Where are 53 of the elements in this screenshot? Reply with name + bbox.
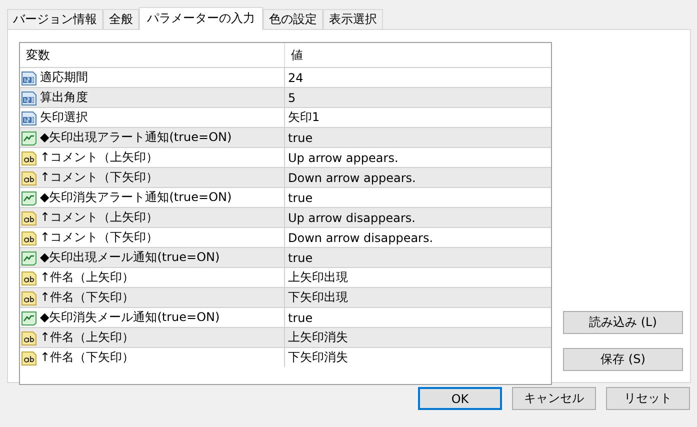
- tab[interactable]: 色の設定: [263, 9, 323, 29]
- parameter-value[interactable]: 矢印1: [288, 109, 320, 126]
- parameter-value[interactable]: true: [288, 310, 313, 324]
- text-icon: [21, 230, 37, 246]
- text-icon: [21, 330, 37, 346]
- button[interactable]: キャンセル: [512, 387, 596, 410]
- parameter-value[interactable]: 下矢印消失: [288, 349, 348, 366]
- button[interactable]: 保存 (S): [563, 348, 683, 371]
- parameter-name: ↑コメント（上矢印）: [40, 149, 158, 166]
- parameter-value[interactable]: true: [288, 190, 313, 204]
- parameter-value[interactable]: Down arrow disappears.: [288, 230, 434, 244]
- parameter-value[interactable]: true: [288, 250, 313, 264]
- parameter-value[interactable]: 5: [288, 90, 296, 104]
- tab[interactable]: 全般: [103, 9, 139, 29]
- parameter-name: ↑コメント（下矢印）: [40, 169, 158, 186]
- parameter-value[interactable]: 上矢印出現: [288, 269, 348, 286]
- parameter-name: ↑コメント（上矢印）: [40, 209, 158, 226]
- chart-icon: [21, 130, 37, 146]
- parameter-value[interactable]: 上矢印消失: [288, 329, 348, 346]
- parameter-name: ↑件名（上矢印）: [40, 329, 134, 346]
- parameter-name: ◆矢印出現メール通知(true=ON): [40, 249, 220, 266]
- parameter-value[interactable]: Up arrow appears.: [288, 150, 398, 164]
- parameter-name: ◆矢印消失アラート通知(true=ON): [40, 189, 232, 206]
- parameter-name: ◆矢印消失メール通知(true=ON): [40, 309, 220, 326]
- parameter-name: 矢印選択: [40, 109, 88, 126]
- text-icon: [21, 350, 37, 366]
- tab[interactable]: パラメーターの入力: [139, 7, 263, 30]
- text-icon: [21, 170, 37, 186]
- parameter-value[interactable]: 下矢印出現: [288, 289, 348, 306]
- parameter-name: ↑コメント（下矢印）: [40, 229, 158, 246]
- text-icon: [21, 290, 37, 306]
- parameter-value[interactable]: 24: [288, 70, 304, 84]
- button[interactable]: OK: [418, 387, 502, 410]
- parameter-name: 算出角度: [40, 89, 88, 106]
- button[interactable]: リセット: [606, 387, 690, 410]
- column-header[interactable]: 値: [285, 43, 303, 67]
- parameter-name: ↑件名（下矢印）: [40, 289, 134, 306]
- tab[interactable]: 表示選択: [323, 9, 383, 29]
- button[interactable]: 読み込み (L): [563, 311, 683, 334]
- text-icon: [21, 270, 37, 286]
- parameter-name: ◆矢印出現アラート通知(true=ON): [40, 129, 232, 146]
- parameter-value[interactable]: true: [288, 130, 313, 144]
- chart-icon: [21, 250, 37, 266]
- text-icon: [21, 150, 37, 166]
- chart-icon: [21, 190, 37, 206]
- parameter-name: ↑件名（上矢印）: [40, 269, 134, 286]
- chart-icon: [21, 310, 37, 326]
- parameter-value[interactable]: Down arrow appears.: [288, 170, 416, 184]
- text-icon: [21, 210, 37, 226]
- parameter-name: ↑件名（下矢印）: [40, 349, 134, 366]
- tab[interactable]: バージョン情報: [7, 9, 103, 29]
- parameter-value[interactable]: Up arrow disappears.: [288, 210, 416, 224]
- parameter-name: 適応期間: [40, 69, 88, 86]
